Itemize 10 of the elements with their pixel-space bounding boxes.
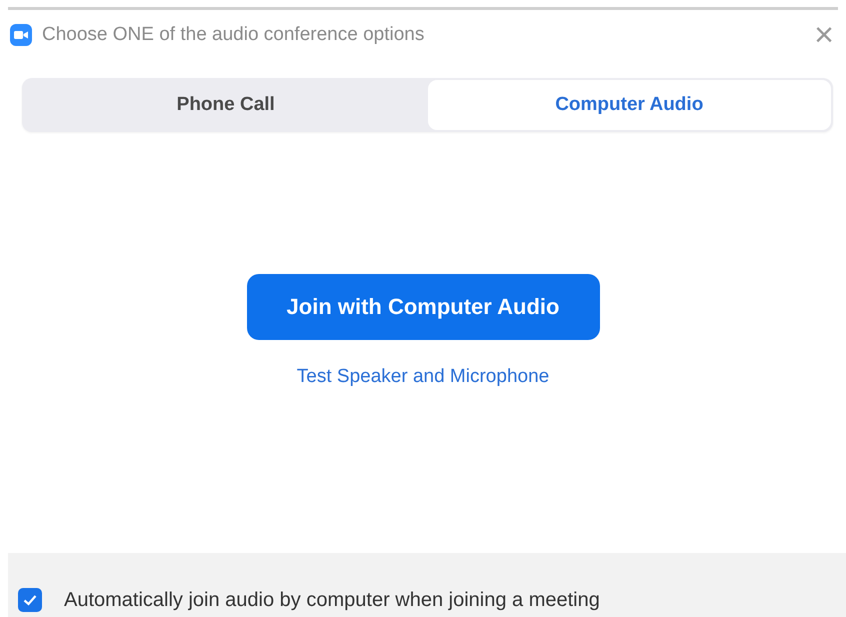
close-button[interactable]: × xyxy=(810,18,838,52)
tab[interactable]: Computer Audio xyxy=(428,80,831,130)
tab[interactable]: Phone Call xyxy=(24,80,428,130)
checkbox-label: Automatically join audio by computer when joining a meeting xyxy=(64,589,600,612)
test-audio-link[interactable]: Test Speaker and Microphone xyxy=(296,366,550,388)
checkbox[interactable] xyxy=(18,588,42,612)
checkmark-icon xyxy=(23,594,37,606)
window-title: Choose ONE of the audio conference options xyxy=(42,24,426,46)
video-camera-icon xyxy=(10,24,32,46)
join-audio-button[interactable]: Join with Computer Audio xyxy=(246,274,600,340)
